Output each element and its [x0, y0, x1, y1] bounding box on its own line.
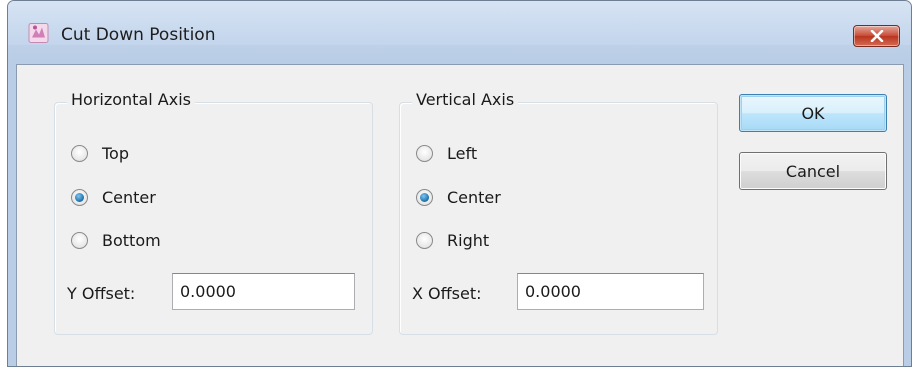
radio-top[interactable]: Top [71, 141, 129, 165]
radio-button-center-vertical[interactable] [416, 188, 433, 206]
vertical-axis-group: Vertical Axis Left Center Right X Offset… [399, 90, 718, 335]
radio-center-vertical-label: Center [447, 187, 501, 207]
cancel-button[interactable]: Cancel [739, 152, 887, 190]
radio-left-label: Left [447, 143, 478, 163]
radio-right[interactable]: Right [416, 228, 489, 252]
radio-button-top[interactable] [71, 144, 88, 162]
horizontal-axis-group-title: Horizontal Axis [67, 90, 195, 109]
radio-center-horizontal[interactable]: Center [71, 185, 156, 209]
title-bar[interactable]: Cut Down Position [8, 1, 911, 47]
radio-bottom[interactable]: Bottom [71, 228, 161, 252]
close-x-icon [870, 27, 884, 46]
radio-selected-dot [75, 192, 84, 202]
radio-left[interactable]: Left [416, 141, 477, 165]
radio-center-horizontal-label: Center [102, 187, 156, 207]
app-icon [28, 23, 49, 44]
radio-button-left[interactable] [416, 144, 433, 162]
radio-bottom-label: Bottom [102, 230, 161, 250]
x-offset-input[interactable] [517, 273, 704, 310]
dialog-window: Cut Down Position Horizontal Axis Top Ce… [7, 0, 912, 367]
vertical-axis-group-title: Vertical Axis [412, 90, 519, 109]
y-offset-label: Y Offset: [67, 284, 136, 303]
horizontal-axis-group: Horizontal Axis Top Center Bottom Y Offs… [54, 90, 373, 335]
window-title: Cut Down Position [61, 25, 216, 45]
radio-right-label: Right [447, 230, 490, 250]
radio-center-vertical[interactable]: Center [416, 185, 501, 209]
radio-selected-dot [420, 192, 429, 202]
dialog-client-area: Horizontal Axis Top Center Bottom Y Offs… [16, 64, 904, 366]
radio-button-bottom[interactable] [71, 231, 88, 249]
close-button[interactable] [853, 25, 900, 47]
radio-button-center-horizontal[interactable] [71, 188, 88, 206]
x-offset-label: X Offset: [412, 284, 482, 303]
ok-button[interactable]: OK [739, 94, 887, 132]
radio-top-label: Top [102, 143, 129, 163]
radio-button-right[interactable] [416, 231, 433, 249]
y-offset-input[interactable] [172, 273, 355, 310]
